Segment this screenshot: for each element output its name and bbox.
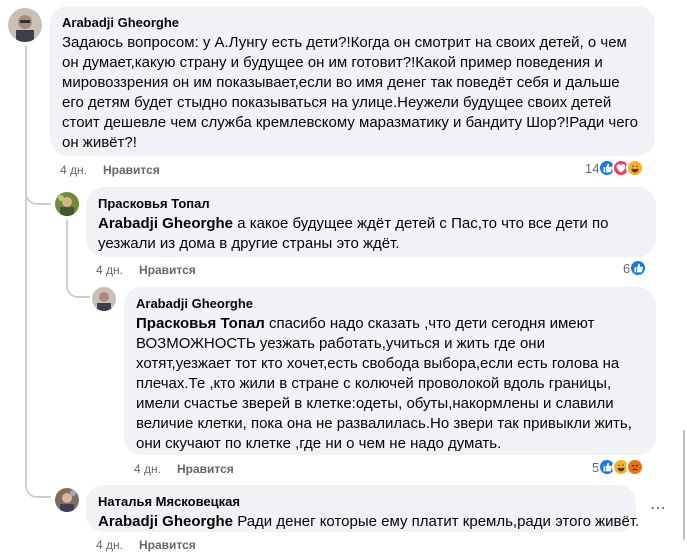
comment-body: спасибо надо сказать ,что дети сегодня и… xyxy=(136,315,632,452)
like-button[interactable]: Нравится xyxy=(139,263,196,277)
timestamp[interactable]: 4 дн. xyxy=(134,462,161,476)
thread-branch xyxy=(25,474,51,498)
mention-link[interactable]: Прасковья Топал xyxy=(136,315,265,332)
timestamp[interactable]: 4 дн. xyxy=(96,538,123,552)
thread-line xyxy=(25,46,27,486)
angry-icon xyxy=(626,458,645,476)
comment-author[interactable]: Наталья Мясковецкая xyxy=(98,493,624,510)
thread-branch xyxy=(25,185,51,205)
comment-text: Прасковья Топал спасибо надо сказать ,чт… xyxy=(136,314,644,454)
thread-branch xyxy=(66,278,90,298)
mention-link[interactable]: Arabadji Gheorghe xyxy=(98,513,233,530)
thread-line xyxy=(66,220,68,278)
reaction-summary[interactable]: 5 xyxy=(592,458,645,476)
like-button[interactable]: Нравится xyxy=(103,163,160,177)
comment-author[interactable]: Прасковья Топал xyxy=(98,195,644,212)
comment-author[interactable]: Arabadji Gheorghe xyxy=(62,14,643,31)
comment-actions: 4 дн. Нравится xyxy=(96,538,196,552)
comment-bubble: Наталья Мясковецкая Arabadji Gheorghe Ра… xyxy=(86,485,639,532)
comment-text: Arabadji Gheorghe Ради денег которые ему… xyxy=(98,512,639,532)
scrollbar[interactable] xyxy=(683,430,685,540)
comment-actions: 4 дн. Нравится xyxy=(134,462,234,476)
avatar[interactable] xyxy=(92,287,116,311)
comment-bubble: Прасковья Топал Arabadji Gheorghe а како… xyxy=(86,187,656,257)
mention-link[interactable]: Arabadji Gheorghe xyxy=(98,215,233,232)
timestamp[interactable]: 4 дн. xyxy=(96,263,123,277)
haha-icon xyxy=(626,159,645,177)
like-button[interactable]: Нравится xyxy=(139,538,196,552)
timestamp[interactable]: 4 дн. xyxy=(60,163,87,177)
avatar[interactable] xyxy=(55,488,79,512)
comment-text: Задаюсь вопросом: у А.Лунгу есть дети?!К… xyxy=(62,34,639,151)
like-button[interactable]: Нравится xyxy=(177,462,234,476)
comment-bubble: Arabadji Gheorghe Задаюсь вопросом: у А.… xyxy=(50,6,655,156)
more-dots-icon[interactable]: ⋯ xyxy=(650,498,667,518)
comment-actions: 4 дн. Нравится xyxy=(60,163,160,177)
reaction-count: 14 xyxy=(585,160,600,176)
avatar[interactable] xyxy=(55,192,79,216)
comment-actions: 4 дн. Нравится xyxy=(96,263,196,277)
reaction-summary[interactable]: 6 xyxy=(623,259,648,277)
comment-author[interactable]: Arabadji Gheorghe xyxy=(136,295,644,312)
comment-bubble: Arabadji Gheorghe Прасковья Топал спасиб… xyxy=(124,287,656,455)
comment-body: Ради денег которые ему платит кремль,рад… xyxy=(233,513,640,530)
reaction-summary[interactable]: 14 xyxy=(585,159,645,177)
like-icon xyxy=(629,259,648,277)
avatar[interactable] xyxy=(8,8,42,42)
comment-text: Arabadji Gheorghe а какое будущее ждёт д… xyxy=(98,214,644,254)
